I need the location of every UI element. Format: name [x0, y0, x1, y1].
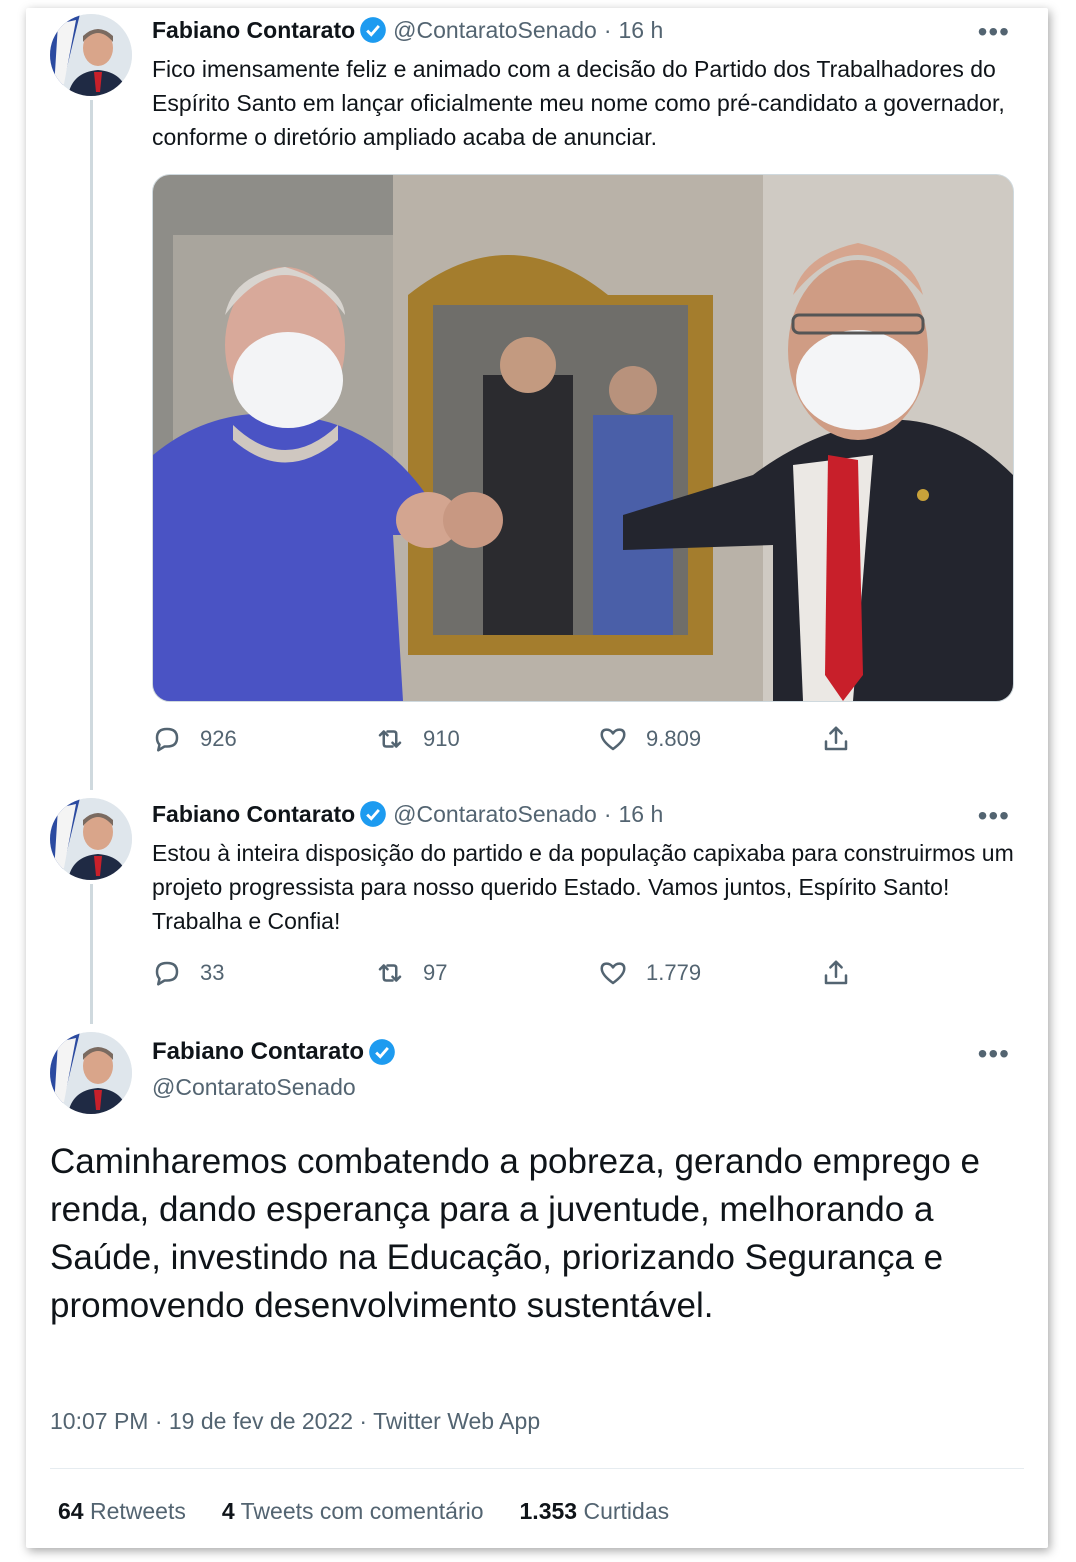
- reply-count: 926: [200, 726, 237, 751]
- retweets-label: Retweets: [89, 1498, 186, 1524]
- separator-dot: ·: [603, 16, 612, 43]
- tweet-actions: 33 97 1.779: [152, 958, 892, 988]
- retweet-icon: [378, 730, 402, 748]
- retweet-icon: [378, 964, 402, 982]
- share-button[interactable]: [821, 724, 869, 754]
- more-icon[interactable]: •••: [978, 800, 1010, 832]
- author-handle[interactable]: @ContaratoSenado: [393, 801, 597, 828]
- thread-connector: [90, 884, 93, 1024]
- more-icon[interactable]: •••: [978, 16, 1010, 48]
- quotes-stat[interactable]: 4 Tweets com comentário: [222, 1498, 484, 1525]
- tweet-stats: 64 Retweets 4 Tweets com comentário 1.35…: [58, 1498, 705, 1525]
- like-icon: [600, 728, 626, 751]
- like-button[interactable]: 1.779: [598, 958, 821, 988]
- share-button[interactable]: [821, 958, 869, 988]
- verified-badge-icon: [369, 1039, 395, 1065]
- divider: [50, 1468, 1024, 1469]
- tweet-text: Caminharemos combatendo a pobreza, geran…: [50, 1142, 981, 1325]
- reply-button[interactable]: 926: [152, 724, 375, 754]
- timestamp[interactable]: 16 h: [619, 801, 664, 828]
- likes-stat[interactable]: 1.353 Curtidas: [520, 1498, 670, 1525]
- retweets-count: 64: [58, 1498, 84, 1524]
- separator-dot: ·: [603, 800, 612, 827]
- author-name[interactable]: Fabiano Contarato: [152, 801, 355, 828]
- thread-connector: [90, 100, 93, 790]
- reply-button[interactable]: 33: [152, 958, 375, 988]
- reply-icon: [155, 961, 179, 986]
- like-icon: [600, 962, 626, 985]
- retweet-button[interactable]: 97: [375, 958, 598, 988]
- author-name[interactable]: Fabiano Contarato: [152, 1038, 364, 1066]
- more-icon[interactable]: •••: [978, 1038, 1010, 1070]
- tweet-text: Estou à inteira disposição do partido e …: [152, 840, 1014, 934]
- avatar[interactable]: [50, 1032, 132, 1114]
- share-icon: [824, 960, 848, 985]
- share-icon: [824, 726, 848, 751]
- retweets-stat[interactable]: 64 Retweets: [58, 1498, 186, 1525]
- author-handle[interactable]: @ContaratoSenado: [393, 17, 597, 44]
- quotes-label: Tweets com comentário: [240, 1498, 484, 1524]
- avatar[interactable]: [50, 14, 132, 96]
- like-count: 9.809: [646, 726, 702, 751]
- retweet-count: 910: [423, 726, 460, 751]
- verified-badge-icon: [360, 17, 387, 43]
- quotes-count: 4: [221, 1498, 235, 1524]
- verified-badge-icon: [360, 801, 387, 827]
- like-count: 1.779: [646, 960, 702, 985]
- retweet-button[interactable]: 910: [375, 724, 598, 754]
- tweet-metadata[interactable]: 10:07 PM · 19 de fev de 2022 · Twitter W…: [50, 1408, 540, 1435]
- author-handle[interactable]: @ContaratoSenado: [152, 1074, 356, 1101]
- tweet-photo[interactable]: [152, 174, 1014, 702]
- likes-count: 1.353: [519, 1498, 578, 1524]
- author-name[interactable]: Fabiano Contarato: [152, 17, 355, 44]
- retweet-count: 97: [423, 960, 448, 985]
- tweet-thread-card: Fabiano Contarato @ContaratoSenado · 16 …: [26, 8, 1048, 1548]
- timestamp[interactable]: 16 h: [619, 17, 664, 44]
- like-button[interactable]: 9.809: [598, 724, 821, 754]
- tweet-text: Fico imensamente feliz e animado com a d…: [152, 56, 1005, 150]
- avatar[interactable]: [50, 798, 132, 880]
- tweet-actions: 926 910 9.809: [152, 724, 892, 754]
- likes-label: Curtidas: [583, 1498, 670, 1524]
- reply-count: 33: [200, 960, 225, 985]
- reply-icon: [155, 727, 179, 752]
